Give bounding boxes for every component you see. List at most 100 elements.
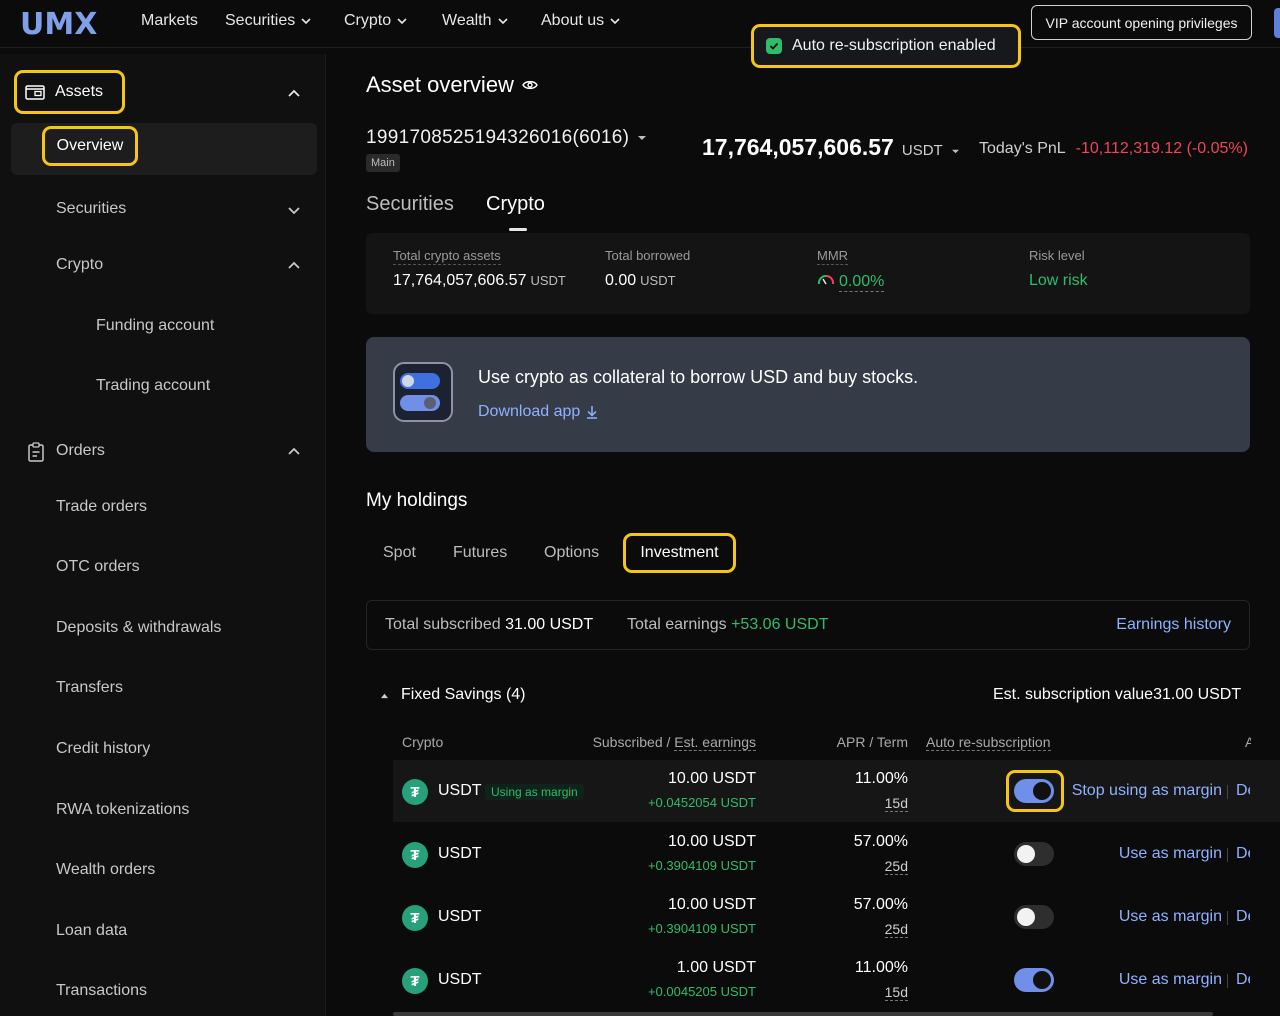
tab-options[interactable]: Options <box>544 544 599 562</box>
sidebar-item-orders[interactable]: Orders <box>56 442 105 460</box>
chevron-up-icon[interactable] <box>287 87 301 101</box>
sidebar-item-rwa-tokenizations[interactable]: RWA tokenizations <box>56 801 189 819</box>
margin-badge: Using as margin <box>485 784 584 800</box>
sidebar-item-deposits-withdrawals[interactable]: Deposits & withdrawals <box>56 619 221 637</box>
row-action-cut[interactable]: De <box>1236 971 1250 989</box>
table-row: ₮ USDT 10.00 USDT +0.3904109 USDT 57.00%… <box>393 886 1280 948</box>
holdings-title: My holdings <box>366 490 468 511</box>
sidebar-item-trading-account[interactable]: Trading account <box>96 377 210 395</box>
nav-wealth[interactable]: Wealth <box>442 12 508 30</box>
row-action-cut[interactable]: De <box>1236 845 1250 863</box>
tab-crypto[interactable]: Crypto <box>486 193 545 216</box>
sidebar-item-wealth-orders[interactable]: Wealth orders <box>56 861 155 879</box>
todays-pnl: Today's PnL -10,112,319.12 (-0.05%) <box>979 140 1248 157</box>
caret-down-icon <box>638 136 647 140</box>
chevron-down-icon <box>610 18 620 25</box>
stat-risk-level: Risk level Low risk <box>1029 248 1088 289</box>
row-action-cut[interactable]: De <box>1236 908 1250 926</box>
toast-text: Auto re-subscription enabled <box>792 37 996 54</box>
balance-unit-selector[interactable]: USDT <box>902 142 943 159</box>
auto-resubscription-toggle[interactable] <box>1014 905 1054 929</box>
sidebar-item-crypto[interactable]: Crypto <box>56 256 103 274</box>
page-title: Asset overview <box>366 72 538 98</box>
sidebar-item-otc-orders[interactable]: OTC orders <box>56 558 140 576</box>
use-as-margin-button[interactable]: Use as margin <box>1119 908 1222 926</box>
table-row: ₮ USDT Using as margin 10.00 USDT +0.045… <box>393 760 1280 822</box>
sidebar-item-credit-history[interactable]: Credit history <box>56 740 150 758</box>
tab-securities[interactable]: Securities <box>366 193 454 216</box>
earnings-history-link[interactable]: Earnings history <box>1116 616 1231 634</box>
table-row: ₮ USDT 1.00 USDT +0.0045205 USDT 11.00% … <box>393 949 1280 1011</box>
eye-icon[interactable] <box>522 79 538 91</box>
sidebar-item-trade-orders[interactable]: Trade orders <box>56 498 147 516</box>
horizontal-scrollbar[interactable] <box>393 1012 1213 1016</box>
sidebar-item-securities[interactable]: Securities <box>56 200 126 218</box>
table-row: ₮ USDT 10.00 USDT +0.3904109 USDT 57.00%… <box>393 823 1280 885</box>
toast-notification: Auto re-subscription enabled <box>751 24 1021 68</box>
banner-text: Use crypto as collateral to borrow USD a… <box>478 367 919 387</box>
caret-down-icon <box>951 149 959 154</box>
est-subscription-value: Est. subscription value31.00 USDT <box>993 686 1242 703</box>
chevron-down-icon[interactable] <box>287 203 301 217</box>
column-apr-term: APR / Term <box>836 734 908 750</box>
auto-resubscription-toggle[interactable] <box>1014 968 1054 992</box>
fixed-savings-header[interactable]: Fixed Savings (4) <box>380 686 526 704</box>
account-button[interactable] <box>1274 8 1280 38</box>
sidebar-item-label: Assets <box>55 83 104 100</box>
use-as-margin-button[interactable]: Use as margin <box>1119 845 1222 863</box>
tether-icon: ₮ <box>402 968 428 994</box>
sidebar-item-transfers[interactable]: Transfers <box>56 679 123 697</box>
nav-about-us[interactable]: About us <box>541 12 620 30</box>
total-earnings: Total earnings +53.06 USDT <box>627 616 829 633</box>
stat-total-crypto: Total crypto assets 17,764,057,606.57 USD… <box>393 248 566 289</box>
nav-securities[interactable]: Securities <box>225 12 311 30</box>
sidebar-item-transactions[interactable]: Transactions <box>56 982 147 1000</box>
wallet-icon <box>25 85 45 100</box>
tether-icon: ₮ <box>402 779 428 805</box>
nav-markets[interactable]: Markets <box>141 12 198 30</box>
tab-investment[interactable]: Investment <box>623 533 736 573</box>
nav-crypto[interactable]: Crypto <box>344 12 407 30</box>
auto-resubscription-toggle[interactable] <box>1014 842 1054 866</box>
download-icon <box>587 406 598 419</box>
check-icon <box>766 38 782 54</box>
column-subscribed: Subscribed / Est. earnings <box>592 734 756 751</box>
chevron-up-icon[interactable] <box>287 445 301 459</box>
vip-button[interactable]: VIP account opening privileges <box>1031 5 1252 40</box>
tab-futures[interactable]: Futures <box>453 544 507 562</box>
chevron-up-icon[interactable] <box>287 259 301 273</box>
total-subscribed: Total subscribed 31.00 USDT <box>385 616 594 633</box>
sidebar-item-funding-account[interactable]: Funding account <box>96 317 214 335</box>
sidebar-item-overview[interactable]: Overview <box>42 126 138 166</box>
use-as-margin-button[interactable]: Use as margin <box>1119 971 1222 989</box>
stat-total-borrowed: Total borrowed 0.00 USDT <box>605 248 691 289</box>
auto-resubscription-toggle[interactable] <box>1014 779 1054 803</box>
chevron-down-icon <box>497 18 508 25</box>
account-selector[interactable]: 19917085251943260​16(6016) <box>366 127 647 149</box>
tether-icon: ₮ <box>402 905 428 931</box>
account-badge: Main <box>366 154 400 172</box>
stop-using-margin-button[interactable]: Stop using as margin <box>1072 782 1222 800</box>
sidebar-item-assets[interactable]: Assets <box>14 70 125 114</box>
row-action-cut[interactable]: De <box>1236 782 1250 800</box>
column-cut: A <box>1245 734 1251 750</box>
sidebar <box>0 54 326 1016</box>
umx-logo[interactable]: UMX <box>20 8 108 38</box>
active-tab-indicator <box>509 228 527 231</box>
chevron-down-icon <box>397 18 407 25</box>
promo-banner: Use crypto as collateral to borrow USD a… <box>366 337 1250 452</box>
tether-icon: ₮ <box>402 842 428 868</box>
pnl-value: -10,112,319.12 (-0.05%) <box>1075 140 1248 157</box>
sidebar-item-loan-data[interactable]: Loan data <box>56 922 127 940</box>
download-app-link[interactable]: Download app <box>478 403 598 421</box>
tab-spot[interactable]: Spot <box>383 544 416 562</box>
column-auto-resubscription: Auto re-subscription <box>926 734 1051 751</box>
chevron-down-icon <box>301 18 311 25</box>
caret-up-icon <box>381 693 388 698</box>
crypto-stats-panel: Total crypto assets 17,764,057,606.57 USD… <box>366 233 1250 314</box>
total-balance: 17,764,057,606.57 USDT <box>702 134 960 161</box>
column-crypto: Crypto <box>402 734 444 750</box>
stat-mmr: MMR 0.00% <box>817 248 885 292</box>
top-nav: UMX Markets Securities Crypto Wealth Abo… <box>0 0 1280 48</box>
clipboard-icon <box>28 442 44 462</box>
